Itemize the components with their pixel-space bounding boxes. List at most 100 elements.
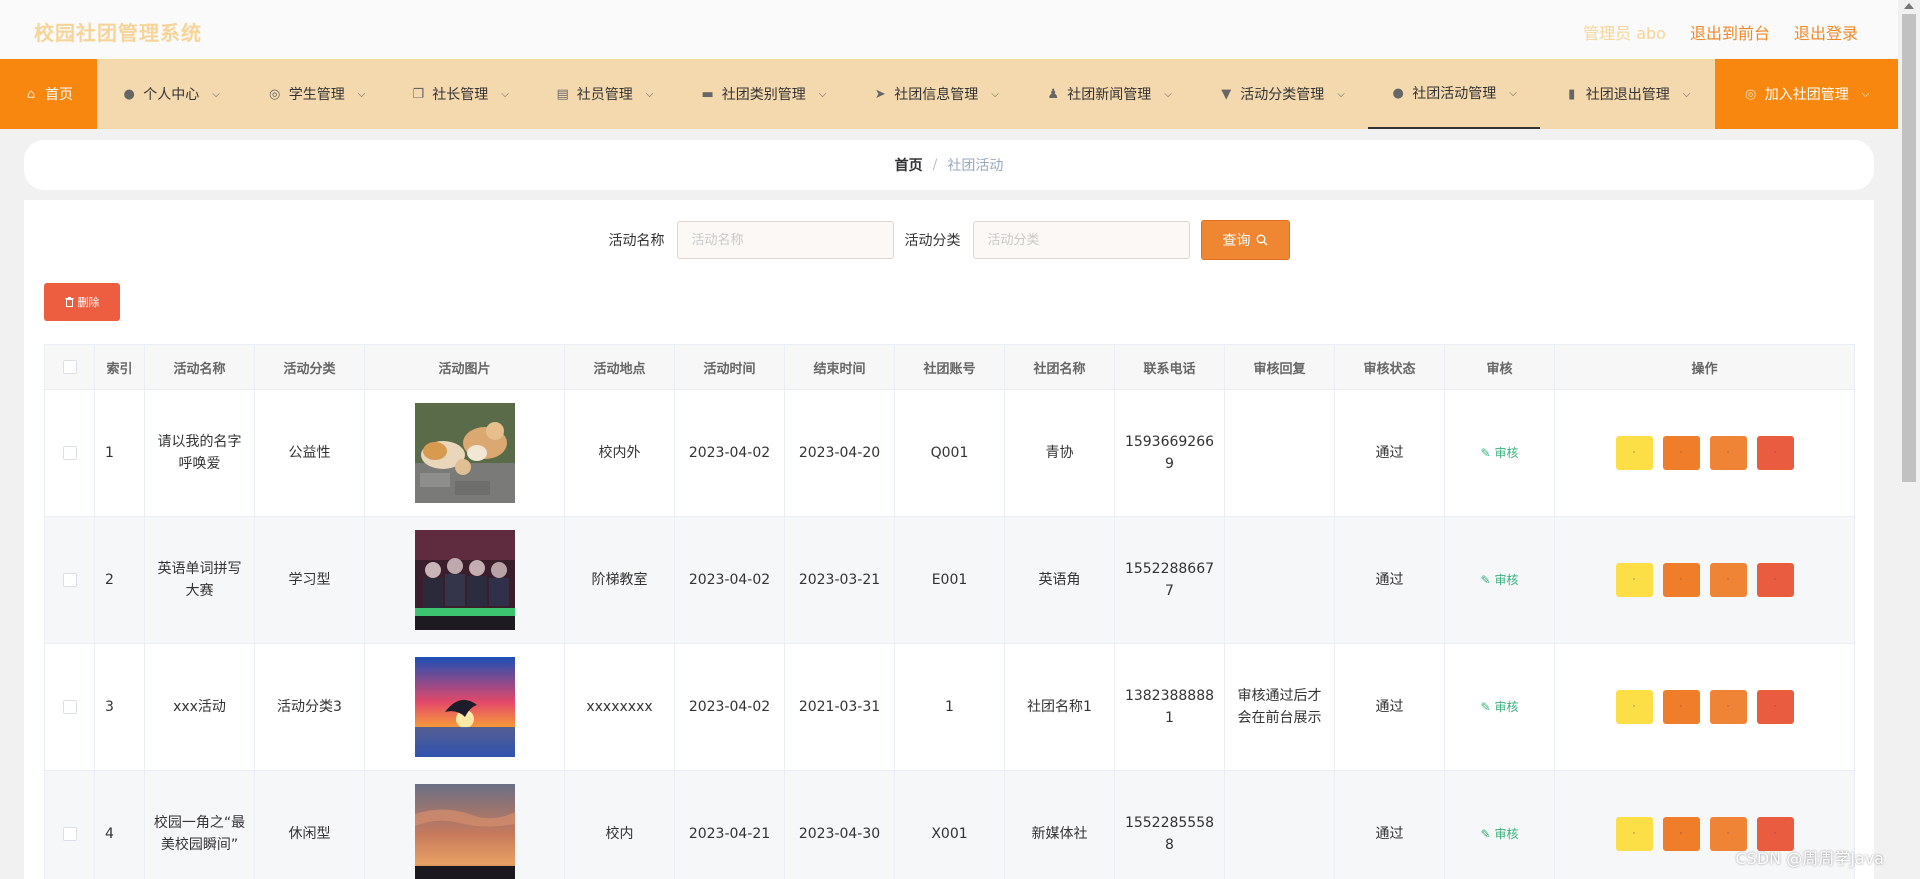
location-cell: 校内外 bbox=[564, 389, 675, 517]
nav-label: 社团类别管理 bbox=[721, 87, 806, 103]
nav-item-presidents[interactable]: ❐ 社长管理 ⌵ bbox=[388, 59, 532, 129]
operations-cell: · · · · bbox=[1554, 516, 1855, 644]
row-checkbox[interactable] bbox=[62, 446, 77, 460]
edit-icon: ✎ bbox=[1480, 573, 1491, 587]
view-button[interactable]: · bbox=[1615, 690, 1653, 724]
logout-link[interactable]: 退出登录 bbox=[1794, 20, 1858, 44]
nav-label: 社长管理 bbox=[432, 87, 489, 103]
admin-label: 管理员 abo bbox=[1583, 24, 1666, 43]
nav-label: 活动分类管理 bbox=[1240, 87, 1325, 103]
back-to-frontend-link[interactable]: 退出到前台 bbox=[1690, 20, 1770, 44]
audit-reply-cell bbox=[1224, 389, 1335, 517]
detail-button[interactable]: · bbox=[1709, 690, 1747, 724]
audit-cell: ✎ 审核 bbox=[1444, 516, 1555, 644]
nav-item-club-categories[interactable]: ▬ 社团类别管理 ⌵ bbox=[677, 59, 850, 129]
nav-label: 社团退出管理 bbox=[1585, 87, 1670, 103]
nav-label: 加入社团管理 bbox=[1764, 87, 1849, 103]
activity-category-input[interactable] bbox=[972, 221, 1190, 259]
home-icon: ⌂ bbox=[26, 86, 36, 102]
watermark: CSDN @周周学Java bbox=[1735, 849, 1884, 868]
row-delete-button[interactable]: · bbox=[1756, 563, 1794, 597]
audit-status-cell: 通过 bbox=[1334, 770, 1445, 879]
row-delete-button[interactable]: · bbox=[1756, 690, 1794, 724]
activity-name-input[interactable] bbox=[676, 221, 894, 259]
send-icon: ➤ bbox=[874, 86, 886, 102]
nav-item-club-activities[interactable]: ● 社团活动管理 ⌵ bbox=[1368, 59, 1540, 129]
nav-label: 社团信息管理 bbox=[894, 87, 979, 103]
activity-category-cell: 学习型 bbox=[254, 516, 365, 644]
index-cell: 2 bbox=[94, 516, 145, 644]
nav-label: 社团活动管理 bbox=[1412, 86, 1497, 102]
audit-link[interactable]: ✎ 审核 bbox=[1481, 827, 1519, 841]
nav-item-activity-categories[interactable]: ▼ 活动分类管理 ⌵ bbox=[1196, 59, 1368, 129]
nav-item-home[interactable]: ⌂ 首页 bbox=[0, 59, 97, 129]
club-name-cell: 英语角 bbox=[1004, 516, 1115, 644]
row-checkbox[interactable] bbox=[62, 573, 77, 587]
audit-link[interactable]: ✎ 审核 bbox=[1481, 573, 1519, 587]
start-time-cell: 2023-04-02 bbox=[674, 516, 785, 644]
table-header-row: 索引 活动名称 活动分类 活动图片 活动地点 活动时间 结束时间 社团账号 社团… bbox=[44, 344, 1855, 390]
edit-button[interactable]: · bbox=[1662, 436, 1700, 470]
audit-link[interactable]: ✎ 审核 bbox=[1481, 446, 1519, 460]
activity-image-dolphin[interactable] bbox=[414, 657, 515, 757]
activity-image-sunset[interactable] bbox=[414, 784, 515, 879]
column-header: 联系电话 bbox=[1114, 344, 1225, 390]
location-cell: 阶梯教室 bbox=[564, 516, 675, 644]
nav-item-club-news[interactable]: ♟ 社团新闻管理 ⌵ bbox=[1022, 59, 1196, 129]
edit-button[interactable]: · bbox=[1662, 690, 1700, 724]
audit-reply-cell: 审核通过后才会在前台展示 bbox=[1224, 643, 1335, 771]
search-icon bbox=[1256, 234, 1267, 246]
edit-button[interactable]: · bbox=[1662, 817, 1700, 851]
chevron-down-icon: ⌵ bbox=[1509, 87, 1517, 99]
nav-item-students[interactable]: ◎ 学生管理 ⌵ bbox=[245, 59, 388, 129]
column-header: 活动图片 bbox=[364, 344, 565, 390]
table-row: 3 xxx活动 活动分类3 xxxxxxxx 2023-04-02 2021-0… bbox=[44, 643, 1855, 771]
scroll-up-arrow-icon[interactable] bbox=[1904, 3, 1914, 9]
nav-item-club-exit[interactable]: ▮ 社团退出管理 ⌵ bbox=[1540, 59, 1715, 129]
activity-image-cats[interactable] bbox=[414, 403, 515, 503]
audit-link-label: 审核 bbox=[1494, 446, 1519, 460]
detail-button[interactable]: · bbox=[1709, 436, 1747, 470]
view-button[interactable]: · bbox=[1615, 563, 1653, 597]
activity-image-classroom[interactable] bbox=[414, 530, 515, 630]
breadcrumb-home[interactable]: 首页 bbox=[895, 155, 923, 175]
operations-cell: · · · · bbox=[1554, 389, 1855, 517]
activity-table: 索引 活动名称 活动分类 活动图片 活动地点 活动时间 结束时间 社团账号 社团… bbox=[44, 344, 1855, 879]
end-time-cell: 2021-03-31 bbox=[784, 643, 895, 771]
monitor-icon: ▬ bbox=[701, 86, 714, 102]
activity-image-cell bbox=[364, 516, 565, 644]
delete-button[interactable]: 删除 bbox=[44, 283, 120, 321]
delete-button-label: 删除 bbox=[77, 296, 100, 309]
clipboard-icon: ▤ bbox=[556, 86, 569, 102]
audit-cell: ✎ 审核 bbox=[1444, 770, 1555, 879]
column-header: 操作 bbox=[1554, 344, 1855, 390]
row-checkbox[interactable] bbox=[62, 700, 77, 714]
query-button[interactable]: 查询 bbox=[1200, 220, 1290, 260]
nav-item-club-info[interactable]: ➤ 社团信息管理 ⌵ bbox=[850, 59, 1022, 129]
page-scrollbar[interactable] bbox=[1898, 0, 1920, 879]
nav-item-personal-center[interactable]: ● 个人中心 ⌵ bbox=[97, 59, 245, 129]
row-delete-button[interactable]: · bbox=[1756, 436, 1794, 470]
view-button[interactable]: · bbox=[1615, 436, 1653, 470]
activity-name-cell: xxx活动 bbox=[144, 643, 255, 771]
audit-status-cell: 通过 bbox=[1334, 389, 1445, 517]
audit-link[interactable]: ✎ 审核 bbox=[1481, 700, 1519, 714]
edit-button[interactable]: · bbox=[1662, 563, 1700, 597]
view-button[interactable]: · bbox=[1615, 817, 1653, 851]
detail-button[interactable]: · bbox=[1709, 563, 1747, 597]
edit-icon: ✎ bbox=[1480, 446, 1491, 460]
audit-link-label: 审核 bbox=[1494, 573, 1519, 587]
start-time-cell: 2023-04-02 bbox=[674, 643, 785, 771]
select-all-header[interactable] bbox=[44, 344, 95, 390]
scrollbar-thumb[interactable] bbox=[1902, 14, 1916, 482]
row-checkbox[interactable] bbox=[62, 827, 77, 841]
search-form: 活动名称 活动分类 查询 bbox=[24, 220, 1874, 260]
nav-item-join-club[interactable]: ◎ 加入社团管理 ⌵ bbox=[1715, 59, 1898, 129]
nav-item-members[interactable]: ▤ 社员管理 ⌵ bbox=[532, 59, 677, 129]
user-icon: ● bbox=[123, 86, 135, 102]
chevron-down-icon: ⌵ bbox=[1861, 88, 1870, 100]
select-all-checkbox[interactable] bbox=[62, 360, 77, 374]
location-cell: xxxxxxxx bbox=[564, 643, 675, 771]
club-account-cell: X001 bbox=[894, 770, 1005, 879]
index-cell: 1 bbox=[94, 389, 145, 517]
